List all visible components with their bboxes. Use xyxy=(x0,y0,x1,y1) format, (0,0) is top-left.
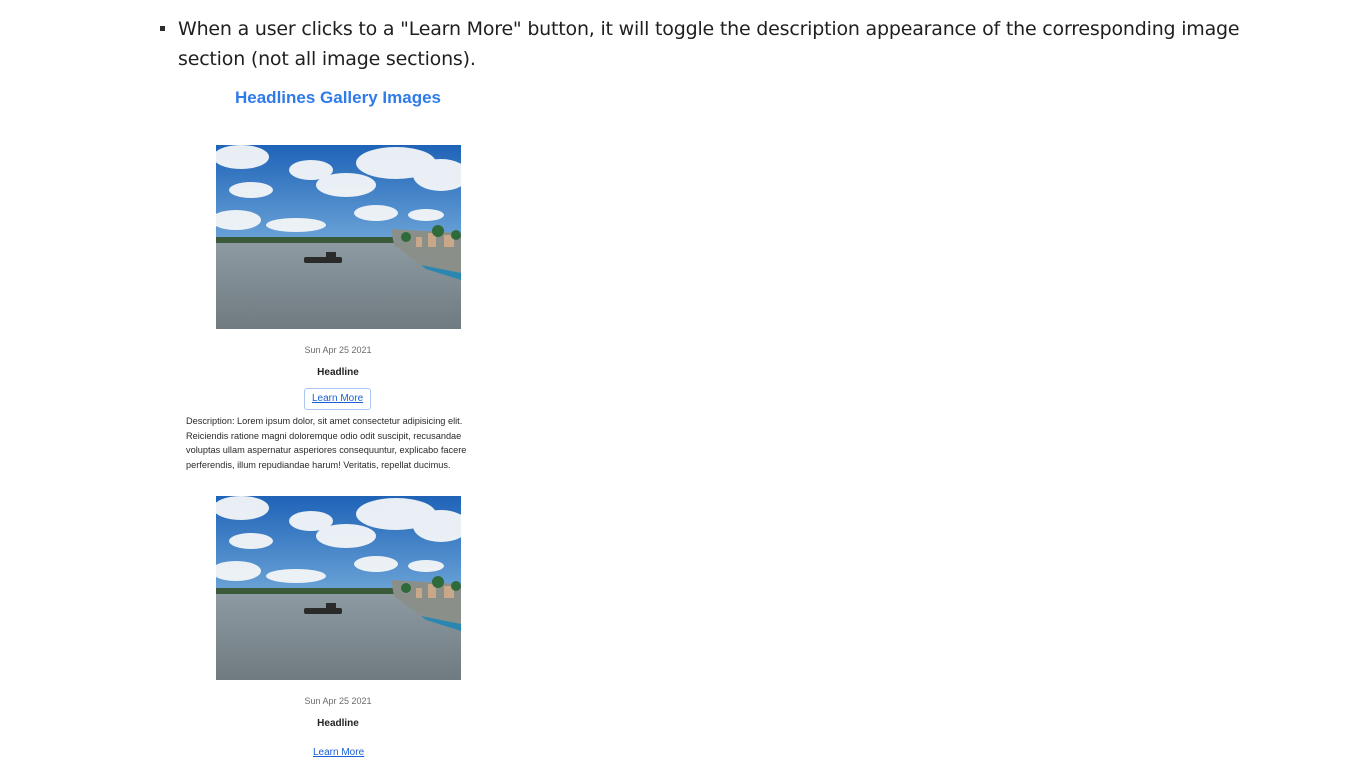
river-photo xyxy=(216,496,461,680)
instruction-text: When a user clicks to a "Learn More" but… xyxy=(178,18,1240,70)
bullet-marker xyxy=(160,26,165,31)
card-date: Sun Apr 25 2021 xyxy=(304,696,372,706)
gallery-title: Headlines Gallery Images xyxy=(235,88,441,107)
river-photo xyxy=(216,145,461,329)
card-headline: Headline xyxy=(317,718,359,729)
learn-more-button[interactable]: Learn More xyxy=(313,747,364,759)
card-image xyxy=(216,496,461,680)
instruction-bullet: When a user clicks to a "Learn More" but… xyxy=(160,14,1260,74)
card-headline: Headline xyxy=(317,367,359,378)
card-image xyxy=(216,145,461,329)
learn-more-button[interactable]: Learn More xyxy=(304,388,372,410)
card-description: Description: Lorem ipsum dolor, sit amet… xyxy=(186,416,467,471)
card-date: Sun Apr 25 2021 xyxy=(304,345,372,355)
